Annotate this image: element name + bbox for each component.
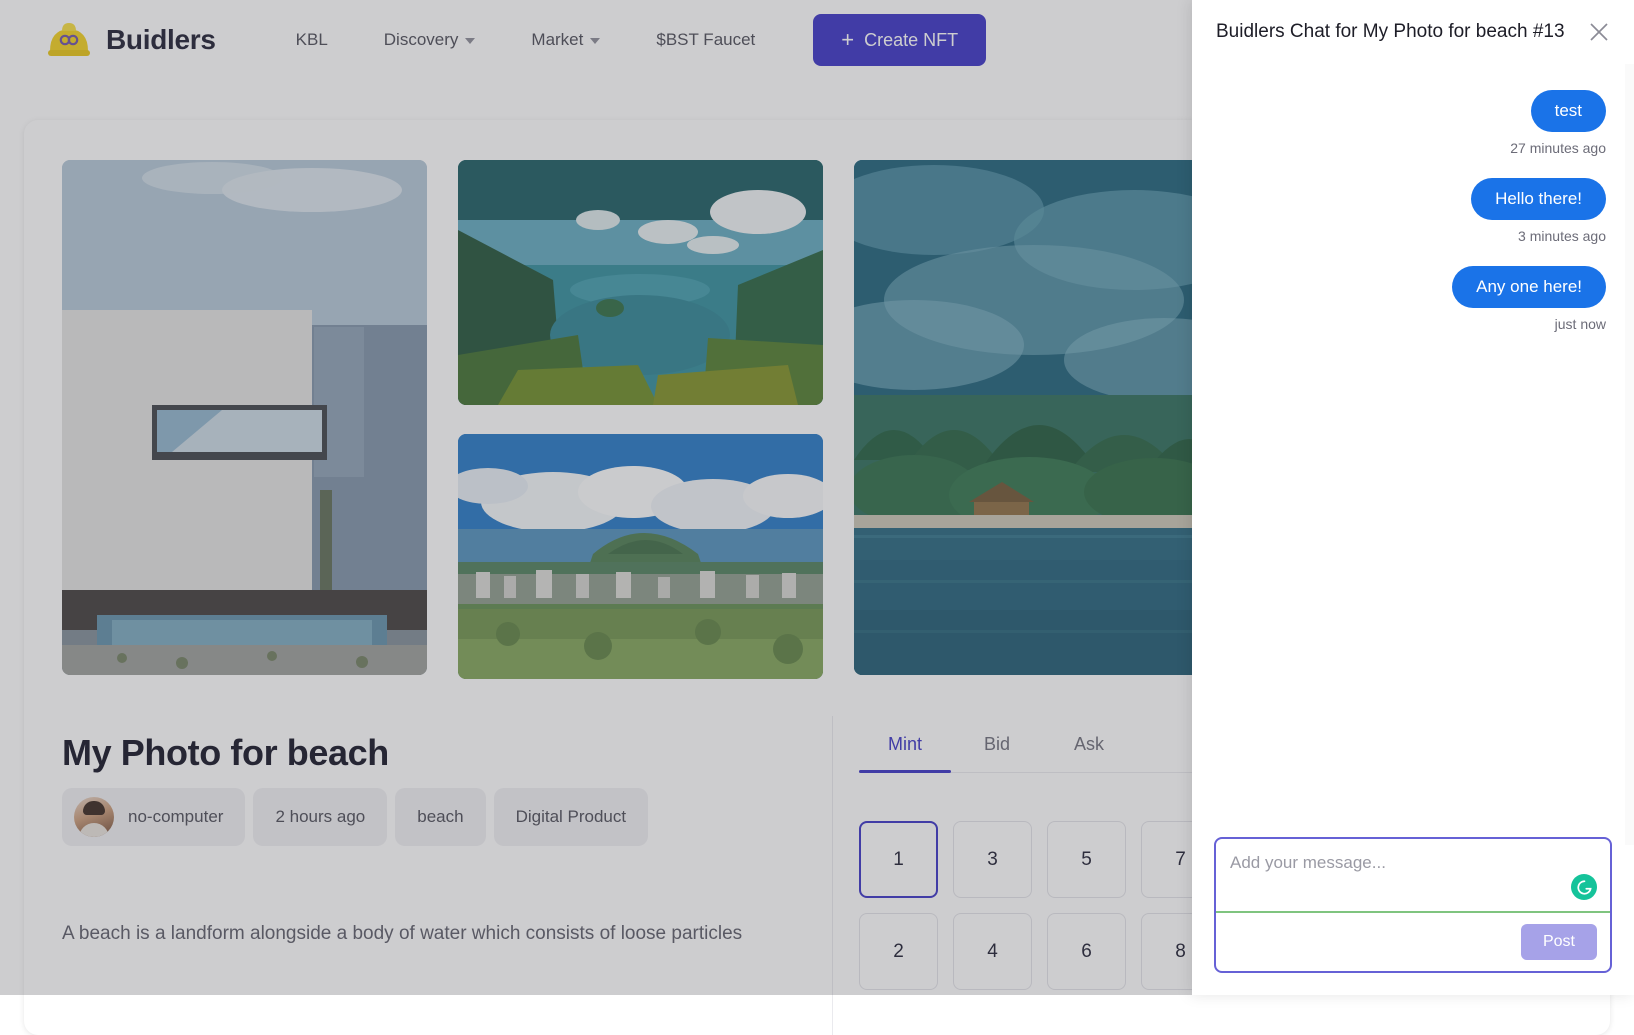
chat-header: Buidlers Chat for My Photo for beach #13 [1192, 0, 1634, 64]
chat-title: Buidlers Chat for My Photo for beach #13 [1216, 21, 1565, 43]
message-bubble: Any one here! [1452, 266, 1606, 308]
post-button[interactable]: Post [1521, 924, 1597, 960]
message-input[interactable] [1216, 839, 1610, 911]
message-bubble: test [1531, 90, 1606, 132]
composer-box: Post [1214, 837, 1612, 973]
message-timestamp: just now [1555, 316, 1606, 332]
chat-message: Any one here! just now [1220, 266, 1606, 354]
composer-actions: Post [1216, 913, 1610, 971]
message-bubble: Hello there! [1471, 178, 1606, 220]
close-icon[interactable] [1586, 19, 1612, 45]
chat-message: Hello there! 3 minutes ago [1220, 178, 1606, 266]
message-timestamp: 27 minutes ago [1510, 140, 1606, 156]
chat-drawer: Buidlers Chat for My Photo for beach #13… [1192, 0, 1634, 995]
grammarly-icon[interactable] [1571, 874, 1597, 900]
composer-input-wrap [1216, 839, 1610, 913]
chat-messages: test 27 minutes ago Hello there! 3 minut… [1192, 64, 1634, 837]
chat-scrollbar[interactable] [1625, 64, 1634, 845]
message-timestamp: 3 minutes ago [1518, 228, 1606, 244]
chat-message: test 27 minutes ago [1220, 90, 1606, 178]
chat-composer: Post [1192, 837, 1634, 995]
